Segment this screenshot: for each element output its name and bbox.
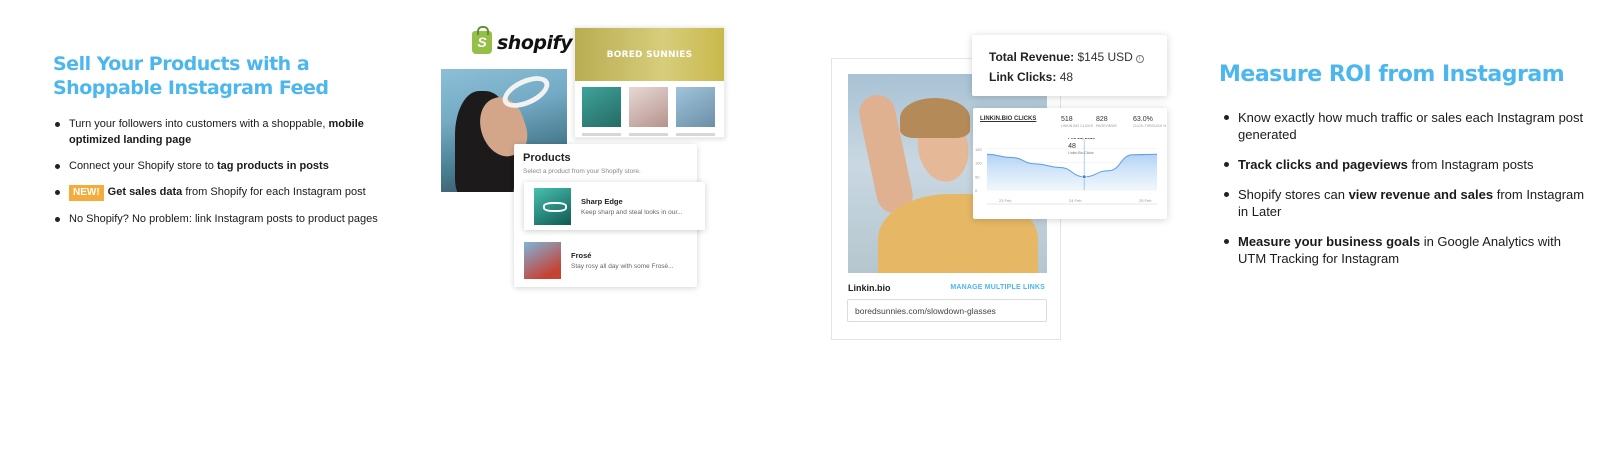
- product-option-frose[interactable]: Frosé Stay rosy all day with some Frosé.…: [524, 236, 697, 284]
- store-banner: BORED SUNNIES: [575, 28, 724, 81]
- manage-multiple-links-link[interactable]: MANAGE MULTIPLE LINKS: [950, 284, 1045, 291]
- store-preview-card: BORED SUNNIES: [574, 27, 725, 138]
- clicks-area-chart: 150 100 50 0 Feb 24, 2019 48Linkin.Bio Clicks…: [975, 138, 1158, 205]
- total-revenue-label: Total Revenue:: [989, 50, 1075, 64]
- shopify-bag-icon: S: [472, 26, 492, 54]
- product-description: Stay rosy all day with some Frosé...: [571, 262, 674, 270]
- product-name: Sharp Edge: [581, 196, 623, 206]
- list-item: Turn your followers into customers with …: [53, 116, 383, 148]
- tooltip-value: 48: [1068, 143, 1076, 150]
- new-badge: NEW!: [69, 185, 104, 201]
- product-thumb: [629, 87, 668, 127]
- products-picker: Products Select a product from your Shop…: [514, 144, 705, 287]
- product-thumb: [582, 87, 621, 127]
- sell-products-heading: Sell Your Products with a Shoppable Inst…: [53, 53, 329, 99]
- product-name: Frosé: [571, 250, 592, 260]
- measure-roi-heading: Measure ROI from Instagram: [1219, 62, 1565, 87]
- revenue-summary-card: Total Revenue: $145 USD i Link Clicks: 48: [972, 35, 1167, 96]
- list-item: Track clicks and pageviews from Instagra…: [1222, 156, 1592, 173]
- list-item: NEW! Get sales data from Shopify for each…: [53, 184, 383, 201]
- products-subtitle: Select a product from your Shopify store…: [523, 168, 641, 175]
- x-tick-label: 24 Feb: [1069, 198, 1082, 203]
- product-thumb: [676, 87, 715, 127]
- product-image: [534, 187, 571, 225]
- shopify-logo: S shopify: [472, 26, 573, 54]
- product-option-sharp-edge[interactable]: Sharp Edge Keep sharp and steal looks in…: [524, 182, 705, 230]
- x-tick-label: 23 Feb: [999, 198, 1012, 203]
- list-item: Shopify stores can view revenue and sale…: [1222, 186, 1592, 220]
- list-item: Connect your Shopify store to tag produc…: [53, 158, 383, 174]
- link-url-input[interactable]: boredsunnies.com/slowdown-glasses: [847, 299, 1047, 322]
- stat-clicks: 518 LINKIN.BIO CLICKS: [1061, 116, 1093, 128]
- products-title: Products: [523, 152, 571, 164]
- y-tick-label: 0: [975, 188, 978, 193]
- list-item: No Shopify? No problem: link Instagram p…: [53, 211, 383, 227]
- tooltip-label: Linkin.Bio Clicks: [1068, 151, 1094, 155]
- list-item: Measure your business goals in Google An…: [1222, 233, 1592, 267]
- product-description: Keep sharp and steal looks in our...: [581, 208, 683, 216]
- chart-title: LINKIN.BIO CLICKS: [980, 116, 1037, 122]
- linkin-bio-label: Linkin.bio: [848, 283, 891, 293]
- link-clicks-value: 48: [1059, 70, 1074, 84]
- list-item: Know exactly how much traffic or sales e…: [1222, 109, 1592, 143]
- total-revenue-value: $145 USD: [1077, 50, 1133, 64]
- y-tick-label: 150: [975, 147, 982, 152]
- y-tick-label: 100: [975, 161, 982, 166]
- store-product-thumbs: [575, 81, 724, 133]
- x-tick-label: 25 Feb: [1139, 198, 1152, 203]
- link-clicks-label: Link Clicks:: [989, 70, 1057, 84]
- data-point: [1081, 174, 1087, 180]
- shopify-wordmark: shopify: [497, 31, 573, 54]
- clicks-chart-card: LINKIN.BIO CLICKS 518 LINKIN.BIO CLICKS 8…: [973, 108, 1167, 219]
- roi-feature-list: Know exactly how much traffic or sales e…: [1222, 109, 1592, 280]
- sell-feature-list: Turn your followers into customers with …: [53, 116, 383, 237]
- tooltip-date: Feb 24, 2019: [1068, 138, 1095, 140]
- store-banner-title: BORED SUNNIES: [606, 50, 693, 60]
- product-image: [524, 241, 561, 279]
- stat-ctr: 63.0% CLICK-THROUGH %: [1133, 116, 1167, 128]
- stat-pageviews: 828 PAGEVIEWS: [1096, 116, 1117, 128]
- info-icon[interactable]: i: [1135, 55, 1144, 63]
- y-tick-label: 50: [975, 174, 980, 179]
